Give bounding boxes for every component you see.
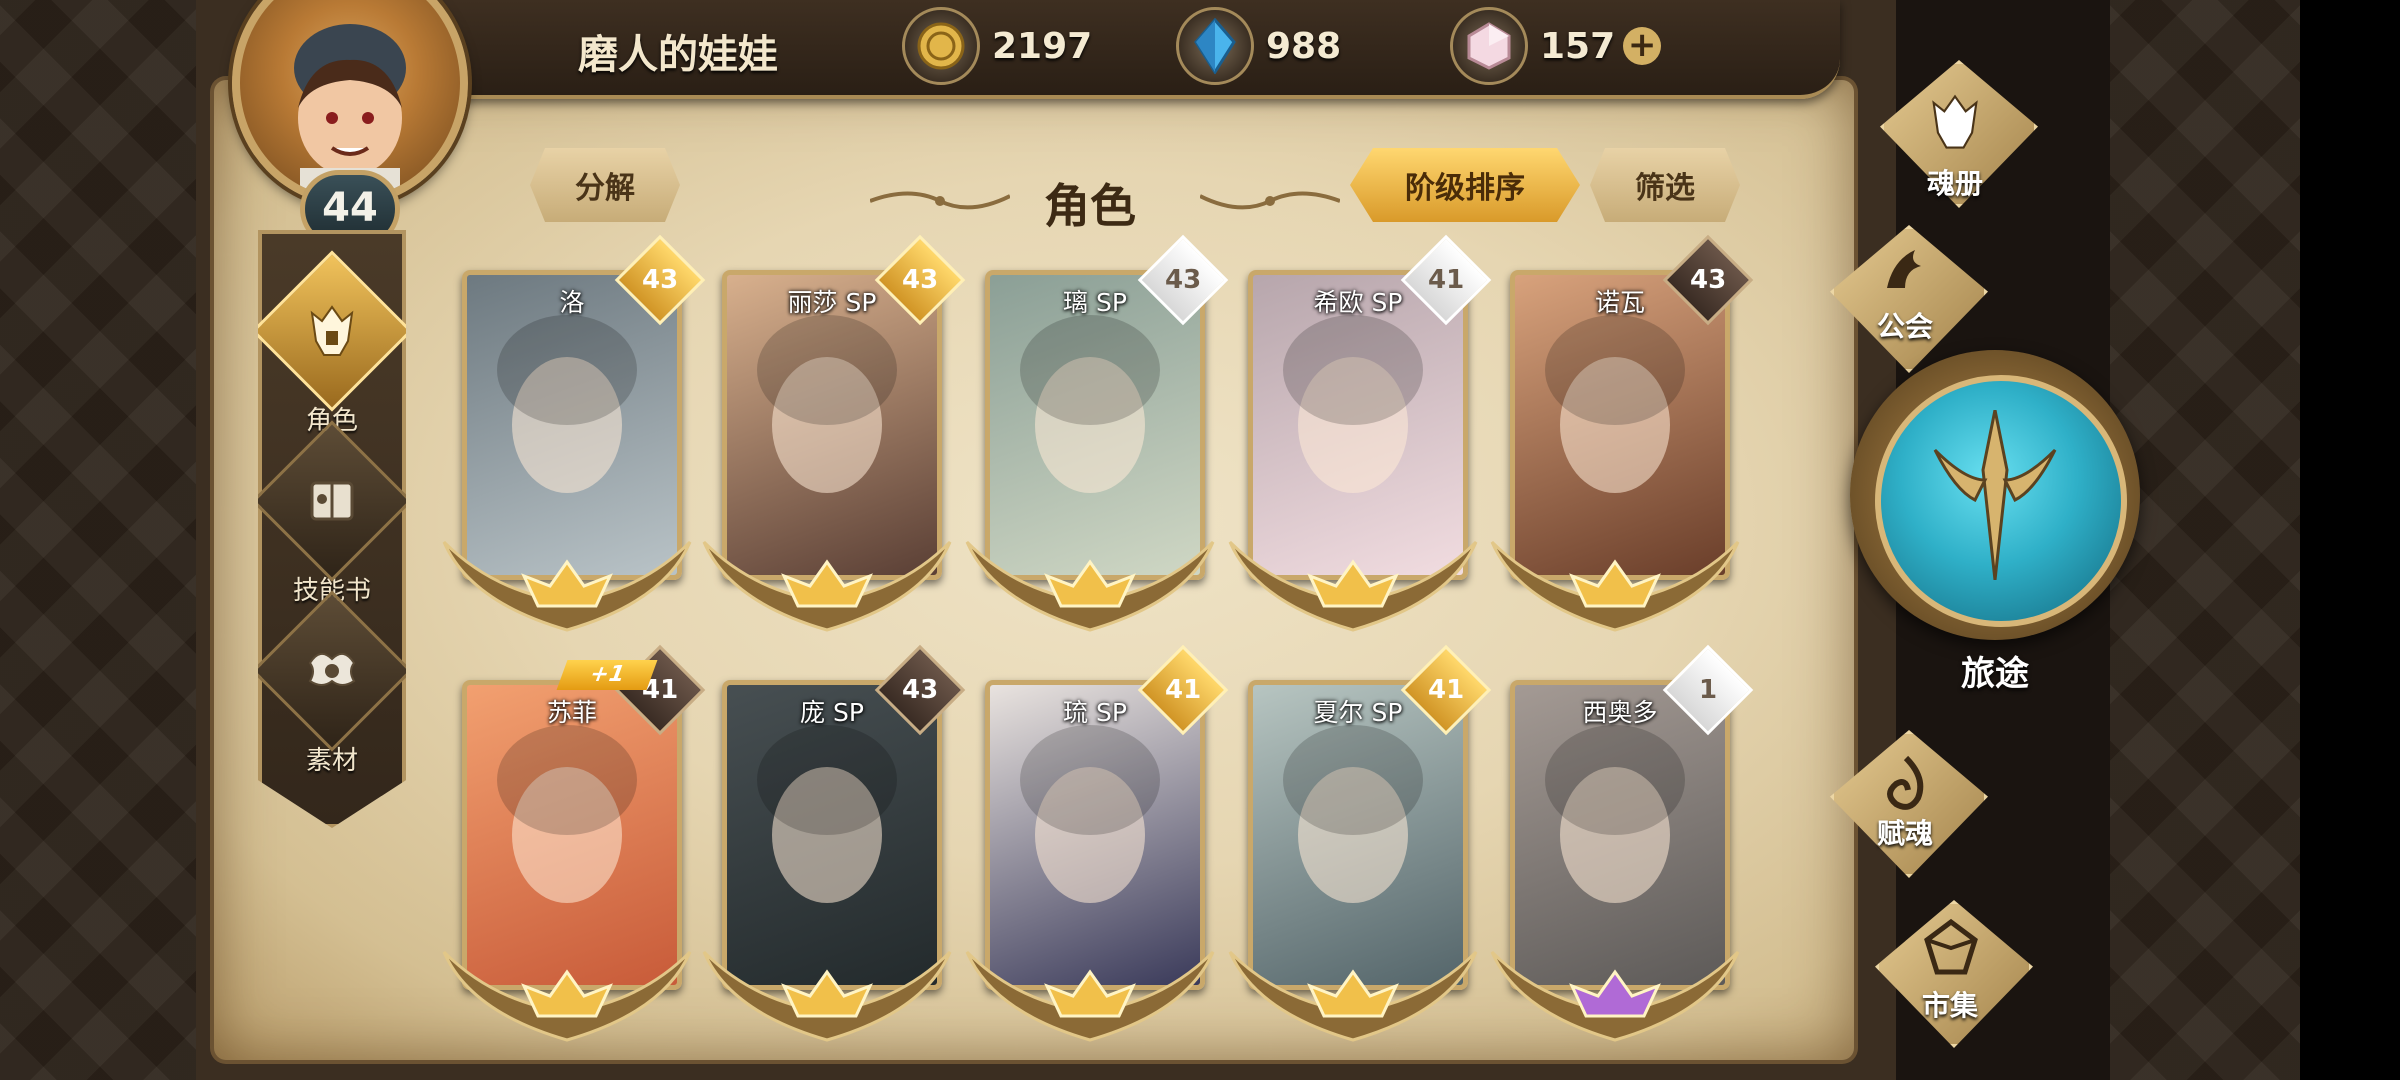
material-icon: [258, 590, 406, 752]
soul-gift-button[interactable]: 赋魂: [1810, 720, 2010, 880]
skill-book-icon: [258, 420, 406, 582]
gem-icon: [1924, 918, 1978, 975]
rank-crest-icon: [965, 950, 1215, 1042]
side-nav-item-skill-books[interactable]: 技能书: [258, 420, 406, 607]
rank-crest-icon: [702, 540, 952, 632]
rank-crest-icon: [702, 950, 952, 1042]
crystal-amount: 988: [1266, 25, 1342, 67]
flame-spiral-icon: [1887, 755, 1924, 810]
character-card[interactable]: 希欧 SP 41: [1228, 234, 1492, 632]
gold-coin-icon: [902, 7, 980, 85]
blue-crystal-icon: [1176, 7, 1254, 85]
side-nav: 角色 技能书 素材: [258, 230, 406, 828]
character-card[interactable]: 苏菲 41 +1: [442, 644, 706, 1042]
character-card[interactable]: 夏尔 SP 41: [1228, 644, 1492, 1042]
character-level: 41: [1164, 675, 1202, 705]
pink-gem-icon: [1450, 7, 1528, 85]
character-card[interactable]: 洛 43: [442, 234, 706, 632]
side-nav-item-materials[interactable]: 素材: [258, 590, 406, 777]
title-flourish-left: [870, 191, 1010, 210]
rank-crest-icon: [1490, 540, 1740, 632]
character-level: 43: [641, 265, 679, 295]
compass-emblem-icon: [1933, 410, 2057, 580]
add-gem-button[interactable]: +: [1623, 27, 1662, 65]
character-card[interactable]: 诺瓦 43: [1490, 234, 1754, 632]
decompose-button[interactable]: 分解: [530, 148, 680, 222]
character-level: 41: [1427, 675, 1465, 705]
player-name[interactable]: 磨人的娃娃: [578, 22, 778, 80]
helmet-icon: [258, 250, 406, 412]
character-level: 43: [901, 675, 939, 705]
market-button[interactable]: 市集: [1855, 890, 2055, 1050]
upgrade-tag: +1: [556, 660, 658, 690]
player-avatar[interactable]: 44: [220, 0, 470, 250]
gem-amount: 157: [1540, 25, 1616, 67]
rank-crest-icon: [1490, 950, 1740, 1042]
screen-edge: [2300, 0, 2400, 1080]
left-border: [0, 0, 200, 1080]
character-level: 43: [1689, 265, 1727, 295]
gem-currency[interactable]: 157 +: [1450, 7, 1662, 85]
character-card[interactable]: 琉 SP 41: [965, 644, 1229, 1042]
filter-button[interactable]: 筛选: [1590, 148, 1740, 222]
character-level: 43: [1164, 265, 1202, 295]
character-level: 41: [1427, 265, 1465, 295]
character-card[interactable]: 璃 SP 43: [965, 234, 1229, 632]
soul-gift-label: 赋魂: [1876, 817, 1933, 850]
title-flourish-right: [1200, 191, 1340, 210]
journey-button[interactable]: 旅途: [1850, 350, 2140, 694]
rank-crest-icon: [965, 540, 1215, 632]
guild-label: 公会: [1876, 310, 1933, 343]
character-card[interactable]: 西奥多 1: [1490, 644, 1754, 1042]
soul-book-label: 魂册: [1926, 167, 1983, 200]
character-card[interactable]: 庞 SP 43: [702, 644, 966, 1042]
gold-amount: 2197: [992, 25, 1093, 67]
rank-crest-icon: [1228, 950, 1478, 1042]
journey-label: 旅途: [1961, 654, 2029, 694]
tier-sort-button[interactable]: 阶级排序: [1350, 148, 1580, 222]
market-label: 市集: [1921, 989, 1978, 1022]
soul-book-button[interactable]: 魂册: [1860, 50, 2060, 210]
character-card[interactable]: 丽莎 SP 43: [702, 234, 966, 632]
rank-crest-icon: [1228, 540, 1478, 632]
crystal-currency[interactable]: 988: [1176, 7, 1342, 85]
character-level: 1: [1698, 675, 1718, 705]
guild-emblem-icon: [1887, 250, 1921, 288]
helmet-icon: [1932, 94, 1978, 149]
rank-crest-icon: [442, 950, 692, 1042]
rank-crest-icon: [442, 540, 692, 632]
gold-currency[interactable]: 2197: [902, 7, 1093, 85]
side-nav-item-characters[interactable]: 角色: [258, 250, 406, 437]
page-title: 角色: [1044, 179, 1136, 233]
character-level: 43: [901, 265, 939, 295]
